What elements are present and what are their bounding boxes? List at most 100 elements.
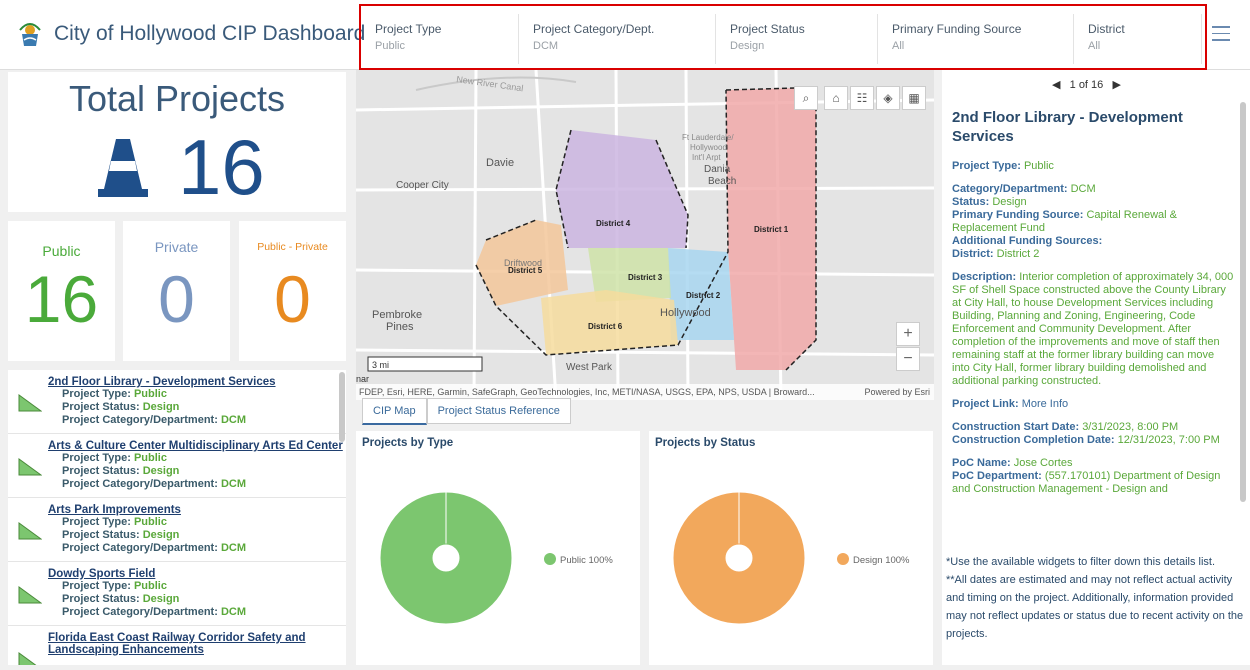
field-label: Description: xyxy=(952,271,1017,283)
donut-hole xyxy=(724,543,754,573)
attribution-text: FDEP, Esri, HERE, Garmin, SafeGraph, Geo… xyxy=(359,387,815,397)
prev-arrow-icon[interactable]: ◀ xyxy=(1052,79,1060,91)
filter-value: All xyxy=(1088,40,1101,52)
home-icon[interactable]: ⌂ xyxy=(824,86,848,110)
filter-primary-funding[interactable]: Primary Funding Source All xyxy=(878,14,1074,64)
flag-icon xyxy=(18,394,42,412)
note-1: *Use the available widgets to filter dow… xyxy=(946,556,1216,568)
flag-icon xyxy=(18,652,37,665)
stat-private: Private 0 xyxy=(123,221,230,361)
project-link-continued[interactable]: Landscaping Enhancements xyxy=(48,644,346,656)
field-value: 3/31/2023, 8:00 PM xyxy=(1082,421,1179,433)
project-link[interactable]: Arts & Culture Center Multidisciplinary … xyxy=(48,440,346,452)
pie-chart: Public 100% xyxy=(379,491,613,625)
filter-district[interactable]: District All xyxy=(1074,14,1202,64)
filter-value: Public xyxy=(375,40,405,52)
map-edge-label: nar xyxy=(356,374,369,384)
stat-value: 0 xyxy=(274,262,311,336)
layers-icon[interactable]: ◈ xyxy=(876,86,900,110)
legend-swatch xyxy=(544,553,556,565)
field-value: Public xyxy=(1023,160,1054,172)
district-label: District 5 xyxy=(508,266,543,275)
projects-by-status-chart: Projects by Status Design 100% xyxy=(649,431,933,665)
field-label: Project Type: xyxy=(952,160,1021,172)
filter-value: Design xyxy=(730,40,765,52)
field-label: Construction Completion Date: xyxy=(952,434,1115,446)
stat-label: Public xyxy=(42,243,81,259)
detail-scrollbar[interactable] xyxy=(1240,102,1246,502)
list-scrollbar[interactable] xyxy=(339,372,345,442)
filter-project-category[interactable]: Project Category/Dept. DCM xyxy=(519,14,716,64)
list-item[interactable]: Arts & Culture Center Multidisciplinary … xyxy=(8,434,346,498)
district-label: District 3 xyxy=(628,273,663,282)
list-item[interactable]: 2nd Floor Library - Development Services… xyxy=(8,370,346,434)
field-label: Project Link: xyxy=(952,398,1019,410)
legend-swatch xyxy=(837,553,849,565)
legend-label: Public 100% xyxy=(560,555,613,566)
field-label: Project Type: xyxy=(62,516,131,528)
zoom-out-button[interactable]: − xyxy=(896,347,920,371)
field-value: Public xyxy=(133,580,167,592)
field-label: Project Type: xyxy=(62,452,131,464)
list-item[interactable]: Florida East Coast Railway Corridor Safe… xyxy=(8,626,346,665)
detail-body: Project Type: Public Category/Department… xyxy=(952,160,1234,506)
field-label: Project Type: xyxy=(62,580,131,592)
field-value: DCM xyxy=(220,542,246,554)
cip-map[interactable]: Davie Cooper City Dania Beach Pembroke P… xyxy=(356,70,934,400)
map-label-beach: Beach xyxy=(708,176,736,187)
project-link[interactable]: 2nd Floor Library - Development Services xyxy=(48,376,346,388)
pager-text: 1 of 16 xyxy=(1069,79,1104,91)
total-projects-panel: Total Projects 16 xyxy=(8,72,346,212)
filter-bar: Project Type Public Project Category/Dep… xyxy=(359,4,1207,70)
zoom-in-button[interactable]: + xyxy=(896,322,920,346)
field-label: Project Category/Department: xyxy=(62,542,218,554)
filter-project-status[interactable]: Project Status Design xyxy=(716,14,878,64)
tab-cip-map[interactable]: CIP Map xyxy=(362,398,427,425)
field-value: 12/31/2023, 7:00 PM xyxy=(1117,434,1220,446)
field-label: Project Status: xyxy=(62,465,140,477)
list-type: Project Type: Public xyxy=(48,452,346,465)
field-value: District 2 xyxy=(996,248,1040,260)
list-item[interactable]: Dowdy Sports Field Project Type: Public … xyxy=(8,562,346,626)
header-bar: City of Hollywood CIP Dashboard Project … xyxy=(0,0,1250,70)
hamburger-icon[interactable] xyxy=(1212,26,1230,42)
pager: ◀ 1 of 16 ▶ xyxy=(1052,78,1121,91)
next-arrow-icon[interactable]: ▶ xyxy=(1112,79,1120,91)
map-label-hollywood: Hollywood xyxy=(660,307,711,319)
field-label: Category/Department: xyxy=(952,183,1068,195)
field-label: District: xyxy=(952,248,994,260)
map-label-davie: Davie xyxy=(486,157,514,169)
tab-project-status-reference[interactable]: Project Status Reference xyxy=(426,398,571,424)
basemap-icon[interactable]: ▦ xyxy=(902,86,926,110)
total-projects-count: 16 xyxy=(178,123,265,211)
more-info-link[interactable]: More Info xyxy=(1022,398,1068,410)
project-link[interactable]: Dowdy Sports Field xyxy=(48,568,346,580)
filter-label: Project Status xyxy=(730,22,805,36)
filter-label: District xyxy=(1088,22,1125,36)
total-projects-title: Total Projects xyxy=(68,78,286,119)
stat-value: 0 xyxy=(158,262,195,336)
project-list: 2nd Floor Library - Development Services… xyxy=(8,370,346,665)
field-label: Primary Funding Source: xyxy=(952,209,1084,221)
list-status: Project Status: Design xyxy=(48,593,346,606)
map-canvas: Davie Cooper City Dania Beach Pembroke P… xyxy=(356,70,934,400)
donut-hole xyxy=(431,543,461,573)
map-tabs: CIP Map Project Status Reference xyxy=(362,398,571,425)
filter-value: DCM xyxy=(533,40,559,52)
project-link[interactable]: Florida East Coast Railway Corridor Safe… xyxy=(48,632,346,644)
list-item[interactable]: Arts Park Improvements Project Type: Pub… xyxy=(8,498,346,562)
map-label-pembroke: Pembroke xyxy=(372,309,422,321)
app-title: City of Hollywood CIP Dashboard xyxy=(54,22,366,45)
powered-by-link[interactable]: Powered by Esri xyxy=(864,384,930,400)
search-icon[interactable]: ⌕ xyxy=(794,86,818,110)
legend-icon[interactable]: ☷ xyxy=(850,86,874,110)
field-value: Design xyxy=(142,401,180,413)
field-label: Project Status: xyxy=(62,401,140,413)
field-value: DCM xyxy=(1070,183,1096,195)
map-label-west-park: West Park xyxy=(566,362,613,373)
field-value: Jose Cortes xyxy=(1013,457,1073,469)
field-value: Design xyxy=(992,196,1027,208)
filter-project-type[interactable]: Project Type Public xyxy=(361,14,519,64)
project-link[interactable]: Arts Park Improvements xyxy=(48,504,346,516)
list-type: Project Type: Public xyxy=(48,388,346,401)
